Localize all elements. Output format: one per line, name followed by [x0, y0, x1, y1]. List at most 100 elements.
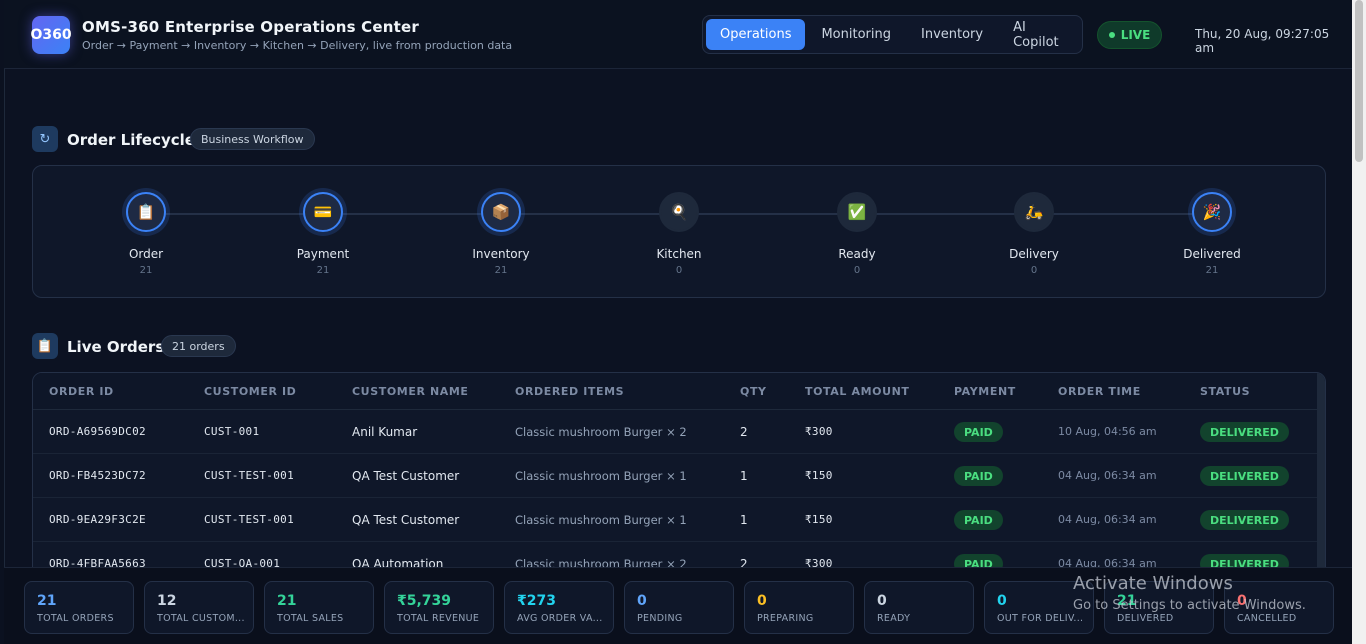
party-icon: 🎉: [1192, 192, 1232, 232]
stat-label: TOTAL CUSTOM...: [157, 613, 245, 624]
table-row[interactable]: ORD-FB4523DC72 CUST-TEST-001 QA Test Cus…: [33, 454, 1325, 498]
clipboard-icon: 📋: [126, 192, 166, 232]
col-order-time[interactable]: ORDER TIME: [1058, 385, 1141, 398]
live-dot-icon: [1108, 32, 1115, 38]
stage-kitchen[interactable]: 🍳 Kitchen 0: [619, 192, 739, 276]
order-id: ORD-9EA29F3C2E: [49, 513, 146, 526]
col-customer-name[interactable]: CUSTOMER NAME: [352, 385, 469, 398]
stat-label: CANCELLED: [1237, 613, 1297, 624]
current-datetime: Thu, 20 Aug, 09:27:05 am: [1195, 27, 1330, 55]
stage-count: 0: [1030, 265, 1038, 276]
table-scrollbar[interactable]: [1317, 373, 1325, 571]
tab-ai-copilot[interactable]: AI Copilot: [999, 19, 1079, 50]
customer-id: CUST-TEST-001: [204, 469, 294, 482]
stage-count: 0: [853, 265, 861, 276]
ordered-items: Classic mushroom Burger × 1: [515, 469, 687, 483]
stat-label: AVG ORDER VA...: [517, 613, 603, 624]
tab-monitoring[interactable]: Monitoring: [807, 19, 905, 50]
col-qty[interactable]: QTY: [740, 385, 767, 398]
stage-count: 21: [494, 265, 508, 276]
stat-avg-order-value[interactable]: ₹273 AVG ORDER VA...: [504, 581, 614, 634]
live-label: LIVE: [1120, 28, 1151, 42]
box-icon: 📦: [481, 192, 521, 232]
activate-windows-title: Activate Windows: [1073, 573, 1233, 594]
status-badge: DELIVERED: [1200, 466, 1289, 486]
stat-total-revenue[interactable]: ₹5,739 TOTAL REVENUE: [384, 581, 494, 634]
payment-badge: PAID: [954, 510, 1003, 530]
refresh-icon: ↻: [32, 126, 58, 152]
col-total-amount[interactable]: TOTAL AMOUNT: [805, 385, 910, 398]
col-customer-id[interactable]: CUSTOMER ID: [204, 385, 296, 398]
stage-name: Payment: [296, 247, 350, 261]
stage-name: Inventory: [472, 247, 530, 261]
stat-label: READY: [877, 613, 911, 624]
total-amount: ₹150: [805, 513, 833, 526]
stage-delivery[interactable]: 🛵 Delivery 0: [974, 192, 1094, 276]
customer-id: CUST-001: [204, 425, 260, 438]
stat-preparing[interactable]: 0 PREPARING: [744, 581, 854, 634]
col-payment[interactable]: PAYMENT: [954, 385, 1016, 398]
stage-order[interactable]: 📋 Order 21: [86, 192, 206, 276]
stat-value: 0: [877, 593, 887, 609]
orders-table: ORDER ID CUSTOMER ID CUSTOMER NAME ORDER…: [32, 372, 1326, 572]
stat-label: OUT FOR DELIV...: [997, 613, 1084, 624]
stage-payment[interactable]: 💳 Payment 21: [263, 192, 383, 276]
stage-ready[interactable]: ✅ Ready 0: [797, 192, 917, 276]
qty: 1: [740, 513, 748, 527]
stage-count: 21: [316, 265, 330, 276]
order-id: ORD-A69569DC02: [49, 425, 146, 438]
cooking-icon: 🍳: [659, 192, 699, 232]
status-badge: DELIVERED: [1200, 510, 1289, 530]
col-status[interactable]: STATUS: [1200, 385, 1250, 398]
ordered-items: Classic mushroom Burger × 2: [515, 425, 687, 439]
stat-total-orders[interactable]: 21 TOTAL ORDERS: [24, 581, 134, 634]
table-row[interactable]: ORD-9EA29F3C2E CUST-TEST-001 QA Test Cus…: [33, 498, 1325, 542]
stat-label: PENDING: [637, 613, 683, 624]
stat-total-sales[interactable]: 21 TOTAL SALES: [264, 581, 374, 634]
stage-inventory[interactable]: 📦 Inventory 21: [441, 192, 561, 276]
stat-pending[interactable]: 0 PENDING: [624, 581, 734, 634]
tab-inventory[interactable]: Inventory: [907, 19, 997, 50]
stat-label: PREPARING: [757, 613, 814, 624]
stat-value: 21: [277, 593, 297, 609]
col-order-id[interactable]: ORDER ID: [49, 385, 114, 398]
lifecycle-panel: 📋 Order 21 💳 Payment 21 📦 Inventory 21 🍳…: [32, 165, 1326, 298]
order-id: ORD-FB4523DC72: [49, 469, 146, 482]
scrollbar-thumb[interactable]: [1355, 0, 1363, 162]
stage-name: Kitchen: [656, 247, 702, 261]
stat-label: TOTAL REVENUE: [397, 613, 480, 624]
stage-delivered[interactable]: 🎉 Delivered 21: [1152, 192, 1272, 276]
col-ordered-items[interactable]: ORDERED ITEMS: [515, 385, 624, 398]
app-subtitle: Order → Payment → Inventory → Kitchen → …: [82, 39, 513, 52]
stat-value: 0: [757, 593, 767, 609]
orders-title: Live Orders: [67, 338, 165, 356]
orders-count-pill: 21 orders: [161, 335, 236, 357]
check-icon: ✅: [837, 192, 877, 232]
scooter-icon: 🛵: [1014, 192, 1054, 232]
tab-operations[interactable]: Operations: [706, 19, 806, 50]
total-amount: ₹150: [805, 469, 833, 482]
stat-total-customers[interactable]: 12 TOTAL CUSTOM...: [144, 581, 254, 634]
payment-badge: PAID: [954, 466, 1003, 486]
order-time: 04 Aug, 06:34 am: [1058, 513, 1157, 526]
stage-name: Ready: [838, 247, 876, 261]
customer-name: QA Test Customer: [352, 513, 460, 527]
page-scrollbar[interactable]: [1352, 0, 1366, 644]
app-title: OMS-360 Enterprise Operations Center: [82, 18, 419, 36]
stat-label: TOTAL ORDERS: [37, 613, 114, 624]
stat-value: 12: [157, 593, 177, 609]
stat-value: ₹5,739: [397, 593, 452, 609]
stat-ready[interactable]: 0 READY: [864, 581, 974, 634]
order-time: 04 Aug, 06:34 am: [1058, 469, 1157, 482]
qty: 2: [740, 425, 748, 439]
app-logo: O360: [30, 16, 72, 54]
app-header: O360 OMS-360 Enterprise Operations Cente…: [4, 0, 1352, 69]
activate-windows-subtitle: Go to Settings to activate Windows.: [1073, 598, 1306, 613]
credit-card-icon: 💳: [303, 192, 343, 232]
stat-value: ₹273: [517, 593, 556, 609]
stage-name: Order: [128, 247, 164, 261]
clipboard-icon: 📋: [32, 333, 58, 359]
stat-value: 0: [997, 593, 1007, 609]
live-status-badge: LIVE: [1097, 21, 1162, 49]
table-row[interactable]: ORD-A69569DC02 CUST-001 Anil Kumar Class…: [33, 410, 1325, 454]
